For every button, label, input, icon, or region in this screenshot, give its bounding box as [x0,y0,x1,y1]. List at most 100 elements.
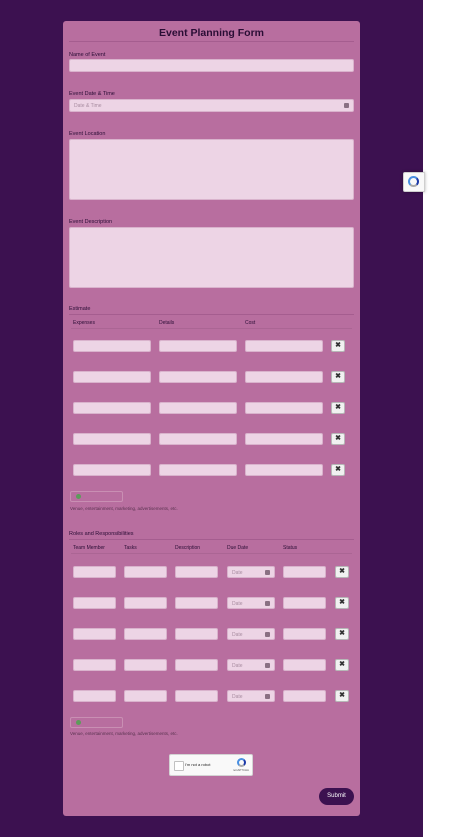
estimate-col-cost: Cost [245,320,256,326]
estimate-cost-input[interactable] [245,340,323,352]
roles-description-input[interactable] [175,690,218,702]
due-date-placeholder: Date [232,663,243,669]
estimate-expense-input[interactable] [73,371,151,383]
roles-status-input[interactable] [283,566,326,578]
roles-tasks-input[interactable] [124,659,167,671]
due-date-placeholder: Date [232,694,243,700]
estimate-expense-input[interactable] [73,464,151,476]
roles-col-team-member: Team Member [73,545,105,551]
plus-icon [76,494,81,499]
roles-team-member-input[interactable] [73,597,116,609]
roles-tasks-input[interactable] [124,597,167,609]
roles-tasks-input[interactable] [124,566,167,578]
estimate-details-input[interactable] [159,340,237,352]
estimate-delete-row-button[interactable]: ✖ [331,464,345,476]
calendar-icon[interactable] [265,632,270,637]
submit-button[interactable]: Submit [319,788,354,805]
estimate-expense-input[interactable] [73,402,151,414]
estimate-add-row-button[interactable] [70,491,123,502]
roles-delete-row-button[interactable]: ✖ [335,597,349,609]
estimate-col-expenses: Expenses [73,320,95,326]
roles-due-date-input[interactable]: Date [227,597,275,609]
roles-status-input[interactable] [283,659,326,671]
roles-header-divider [71,553,352,554]
estimate-hint: Venue, entertainment, marketing, adverti… [70,506,178,511]
roles-due-date-input[interactable]: Date [227,690,275,702]
roles-col-tasks: Tasks [124,545,137,551]
calendar-icon[interactable] [265,570,270,575]
estimate-cost-input[interactable] [245,433,323,445]
roles-team-member-input[interactable] [73,690,116,702]
estimate-details-input[interactable] [159,433,237,445]
due-date-placeholder: Date [232,601,243,607]
estimate-details-input[interactable] [159,464,237,476]
estimate-expense-input[interactable] [73,340,151,352]
roles-hint: Venue, entertainment, marketing, adverti… [70,731,178,736]
recaptcha-badge[interactable] [403,172,425,192]
event-location-textarea[interactable] [69,139,354,200]
event-location-label: Event Location [69,131,106,137]
roles-status-input[interactable] [283,597,326,609]
roles-tasks-input[interactable] [124,628,167,640]
roles-description-input[interactable] [175,659,218,671]
estimate-delete-row-button[interactable]: ✖ [331,402,345,414]
due-date-placeholder: Date [232,570,243,576]
roles-col-due-date: Due Date [227,545,249,551]
recaptcha-icon [408,176,419,187]
roles-due-date-input[interactable]: Date [227,566,275,578]
estimate-divider [69,314,354,315]
calendar-icon[interactable] [265,601,270,606]
roles-status-input[interactable] [283,690,326,702]
recaptcha-logo-icon [237,758,246,767]
roles-tasks-input[interactable] [124,690,167,702]
estimate-cost-input[interactable] [245,371,323,383]
estimate-delete-row-button[interactable]: ✖ [331,340,345,352]
recaptcha-checkbox[interactable] [174,761,184,771]
event-datetime-label: Event Date & Time [69,91,115,97]
estimate-delete-row-button[interactable]: ✖ [331,371,345,383]
estimate-cost-input[interactable] [245,464,323,476]
event-name-input[interactable] [69,59,354,72]
roles-col-description: Description [175,545,201,551]
roles-team-member-input[interactable] [73,628,116,640]
calendar-icon[interactable] [265,663,270,668]
event-description-label: Event Description [69,219,113,225]
estimate-details-input[interactable] [159,402,237,414]
roles-description-input[interactable] [175,566,218,578]
roles-delete-row-button[interactable]: ✖ [335,566,349,578]
estimate-expense-input[interactable] [73,433,151,445]
event-datetime-input[interactable]: Date & Time [69,99,354,112]
calendar-icon[interactable] [344,103,349,108]
roles-delete-row-button[interactable]: ✖ [335,659,349,671]
due-date-placeholder: Date [232,632,243,638]
estimate-details-input[interactable] [159,371,237,383]
roles-status-input[interactable] [283,628,326,640]
calendar-icon[interactable] [265,694,270,699]
form-title: Event Planning Form [158,27,264,39]
roles-team-member-input[interactable] [73,659,116,671]
estimate-header-divider [71,328,352,329]
estimate-label: Estimate [69,306,91,312]
roles-delete-row-button[interactable]: ✖ [335,628,349,640]
roles-add-row-button[interactable] [70,717,123,728]
title-divider [69,41,354,42]
estimate-col-details: Details [159,320,175,326]
roles-due-date-input[interactable]: Date [227,659,275,671]
roles-delete-row-button[interactable]: ✖ [335,690,349,702]
recaptcha-label: I'm not a robot [185,762,211,767]
roles-due-date-input[interactable]: Date [227,628,275,640]
page-gutter [423,0,474,837]
recaptcha-widget: I'm not a robot reCAPTCHA [169,754,253,776]
estimate-delete-row-button[interactable]: ✖ [331,433,345,445]
recaptcha-brand: reCAPTCHA [233,768,249,772]
roles-team-member-input[interactable] [73,566,116,578]
event-name-label: Name of Event [69,52,106,58]
roles-description-input[interactable] [175,628,218,640]
event-description-textarea[interactable] [69,227,354,288]
estimate-cost-input[interactable] [245,402,323,414]
form-card: Event Planning Form Name of Event Event … [63,21,360,816]
roles-description-input[interactable] [175,597,218,609]
roles-col-status: Status [283,545,298,551]
roles-label: Roles and Responsibilities [69,531,134,537]
datetime-placeholder: Date & Time [74,103,102,109]
